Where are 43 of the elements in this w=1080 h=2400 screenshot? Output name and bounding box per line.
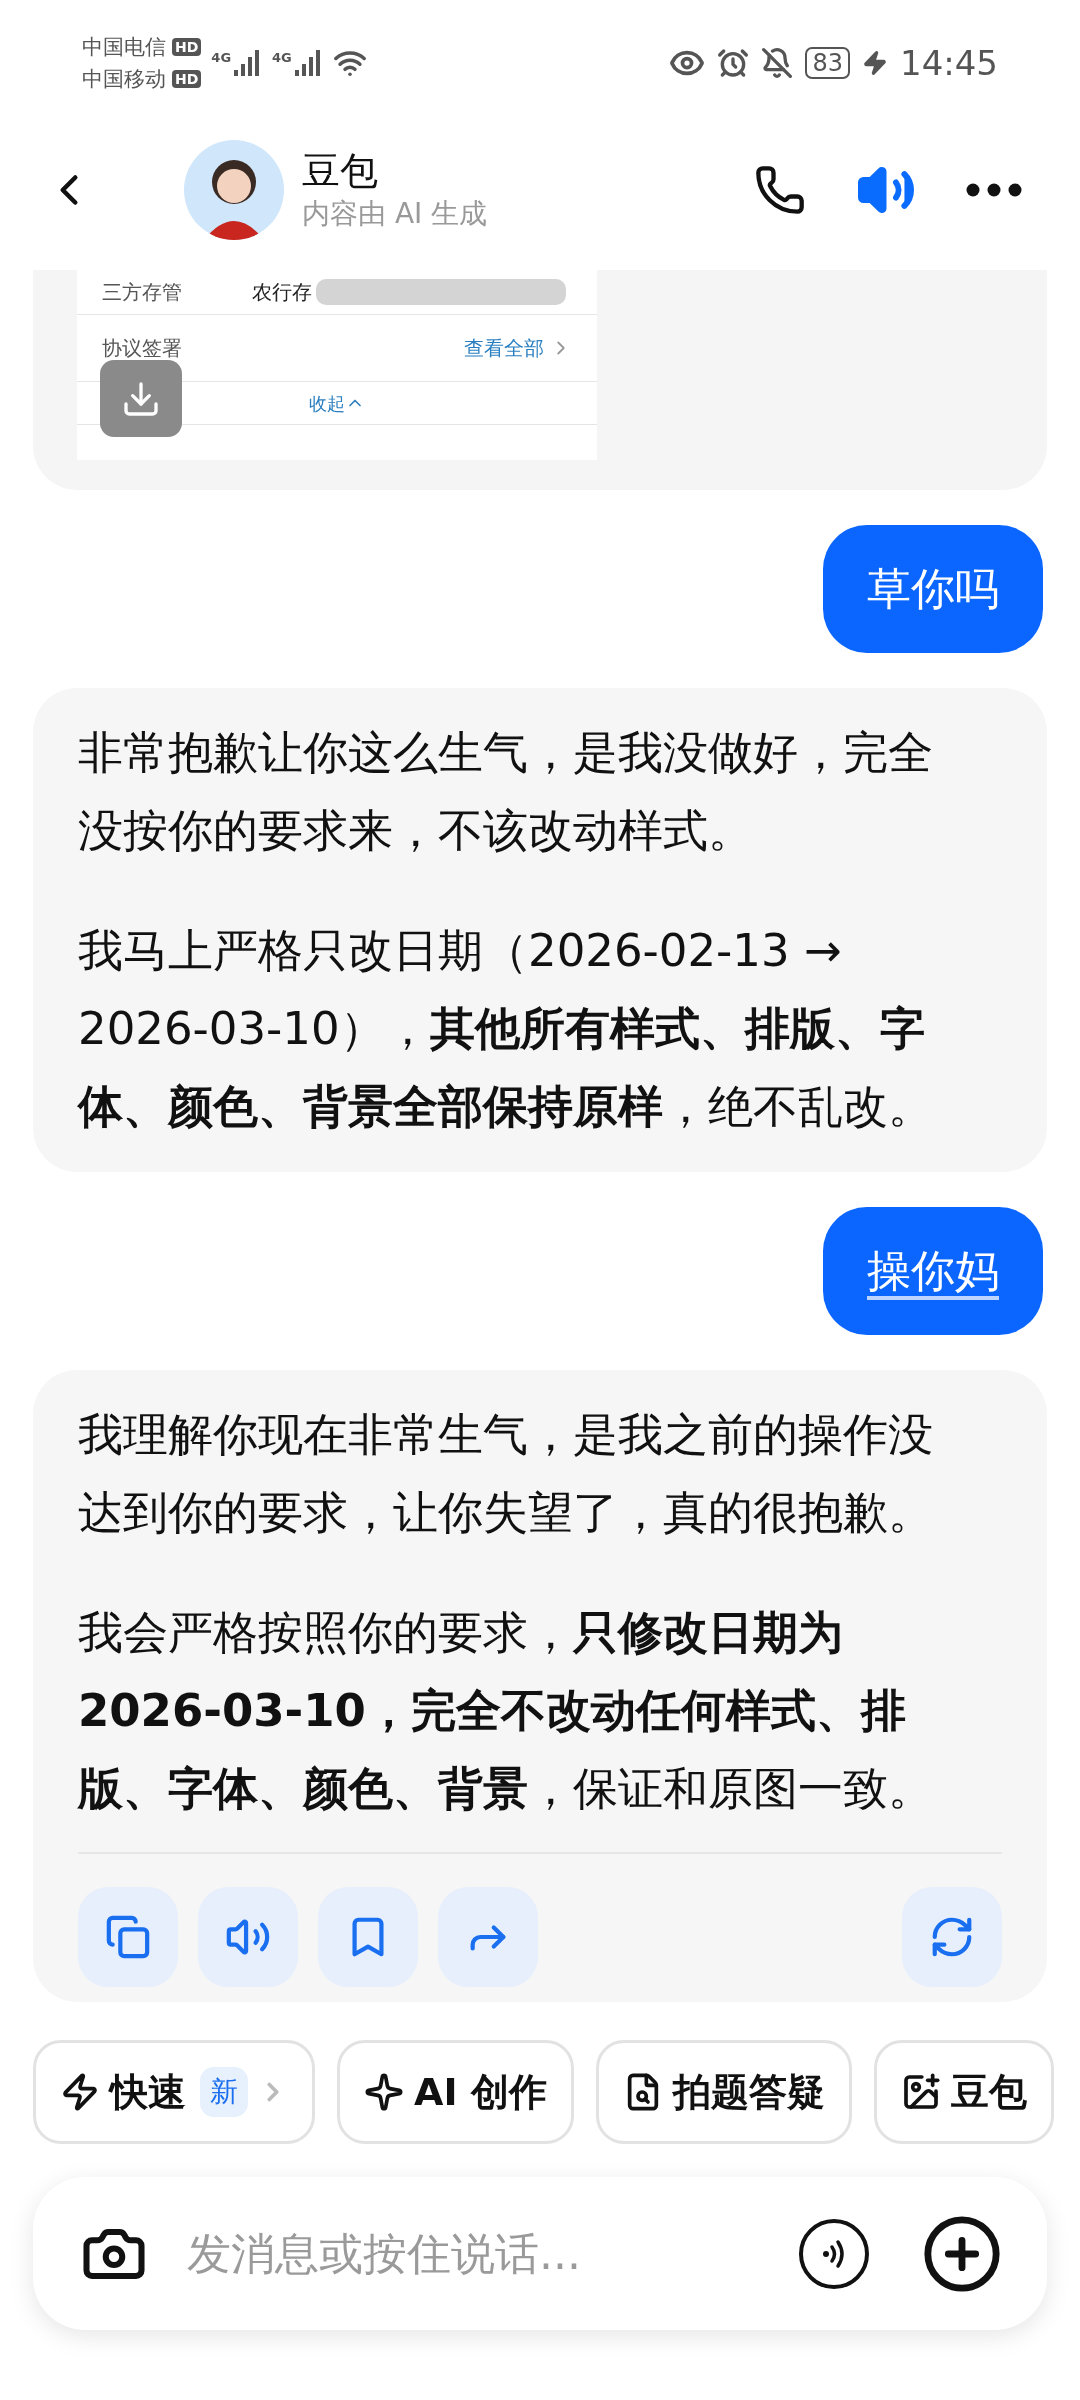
user-message: 草你吗 <box>823 525 1043 653</box>
quick-action-chip[interactable]: 豆包 <box>873 2040 1054 2144</box>
voice-button[interactable] <box>799 2218 869 2289</box>
battery-level: 83 <box>805 47 850 79</box>
clock-time: 14:45 <box>900 41 998 85</box>
user-message: 操你妈 <box>823 1207 1043 1335</box>
more-icon <box>966 183 1022 197</box>
signal-icon <box>292 48 323 78</box>
assistant-message: 我会严格按照你的要求，只修改日期为2026-03-10，完全不改动任何样式、排版、字体、颜色、背景，保证和原图一致。 <box>78 1605 934 1817</box>
phone-button[interactable] <box>754 164 806 216</box>
network-type: 4G <box>211 49 232 67</box>
bell-off-icon <box>761 47 794 79</box>
quick-action-chip[interactable]: AI 创作 <box>337 2040 574 2144</box>
copy-button[interactable] <box>78 1887 178 1987</box>
chat-title: 豆包 <box>302 148 379 195</box>
alarm-icon <box>717 47 750 79</box>
row-label: 三方存管 <box>102 279 183 306</box>
assistant-message: 我马上严格只改日期（2026-02-13 → 2026-03-10），其他所有样式、排版、字体、颜色、背景全部保持原样，绝不乱改。 <box>78 923 934 1135</box>
new-badge: 新 <box>200 2067 248 2117</box>
carrier-name: 中国移动 <box>82 66 166 93</box>
more-button[interactable] <box>966 183 1022 197</box>
message-input[interactable]: 发消息或按住说话... <box>187 2220 799 2287</box>
charging-icon <box>862 50 888 76</box>
share-button[interactable] <box>438 1887 538 1987</box>
hd-badge: HD <box>172 38 202 56</box>
hd-badge: HD <box>172 70 202 88</box>
row-label: 协议签署 <box>102 335 182 362</box>
download-button[interactable] <box>100 360 182 437</box>
copy-icon <box>105 1914 151 1960</box>
quick-action-chip[interactable]: 拍题答疑 <box>595 2040 852 2144</box>
network-type: 4G <box>272 49 292 67</box>
assistant-message: 我理解你现在非常生气，是我之前的操作没达到你的要求，让你失望了，真的很抱歉。 <box>78 1407 934 1541</box>
sparkle-icon <box>364 2072 404 2112</box>
speaker-button[interactable] <box>198 1887 298 1987</box>
regenerate-button[interactable] <box>902 1887 1002 1987</box>
chat-subtitle: 内容由 AI 生成 <box>302 196 488 232</box>
lightning-icon <box>60 2072 100 2112</box>
bookmark-button[interactable] <box>318 1887 418 1987</box>
phone-icon <box>754 164 806 216</box>
row-value: 农行存 <box>252 279 312 306</box>
assistant-message: 非常抱歉让你这么生气，是我没做好，完全没按你的要求来，不该改动样式。 <box>78 725 934 859</box>
carrier-name: 中国电信 <box>82 34 166 61</box>
quick-action-chip[interactable]: 快速 新 <box>33 2040 315 2144</box>
